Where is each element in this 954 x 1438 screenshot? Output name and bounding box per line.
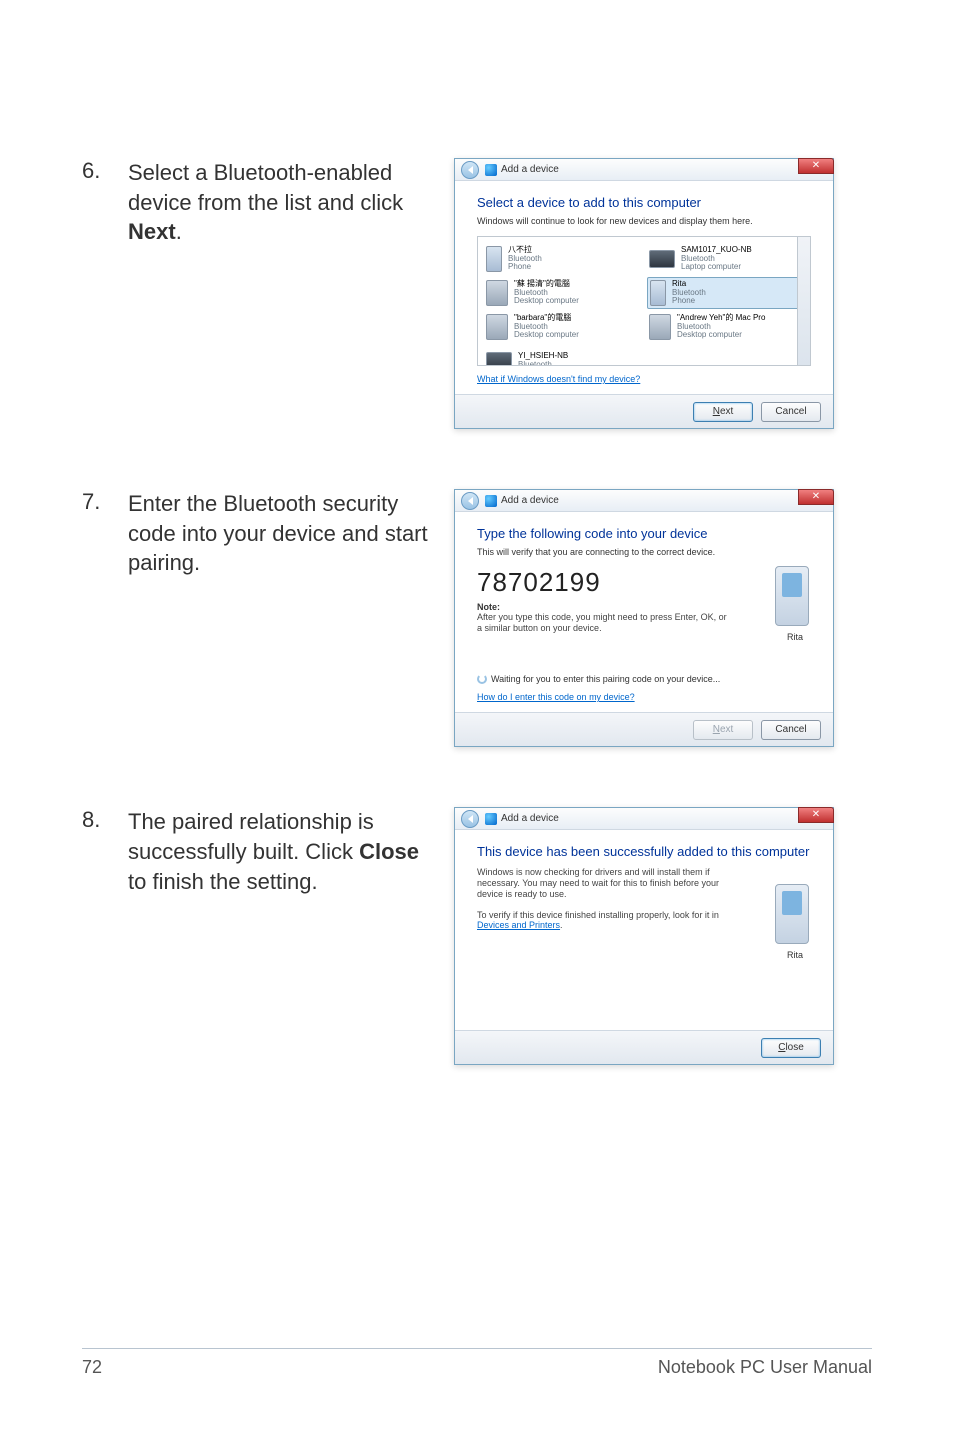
step-number: 8. (82, 807, 128, 1065)
back-button[interactable] (461, 810, 479, 828)
pairing-code: 78702199 (477, 567, 811, 598)
back-button[interactable] (461, 492, 479, 510)
device-caption: Rita (787, 950, 803, 960)
laptop-icon (649, 250, 675, 268)
cancel-button[interactable]: Cancel (761, 402, 821, 422)
device-item[interactable]: "蘇 揚清"的電腦BluetoothDesktop computer (484, 277, 641, 309)
close-button[interactable]: CloseClose (761, 1038, 821, 1058)
device-item[interactable]: 八不拉BluetoothPhone (484, 243, 641, 275)
dialog-title: Add a device (501, 495, 559, 506)
dialog-title: Add a device (501, 164, 559, 175)
note-text: After you type this code, you might need… (477, 612, 727, 634)
device-caption: Rita (787, 632, 803, 642)
dialog-title: Add a device (501, 813, 559, 824)
add-device-dialog-select: ✕ Add a device Select a device to add to… (454, 158, 834, 429)
step-text: Select a Bluetooth-enabled device from t… (128, 158, 454, 429)
desktop-icon (486, 280, 508, 306)
help-link[interactable]: How do I enter this code on my device? (477, 692, 635, 702)
next-button: NextNext (693, 720, 753, 740)
spinner-icon (477, 674, 487, 684)
device-icon (485, 813, 497, 825)
dialog-subtext: This will verify that you are connecting… (477, 547, 811, 557)
close-icon[interactable]: ✕ (798, 158, 834, 174)
dialog-headline: Select a device to add to this computer (477, 195, 811, 210)
device-icon (485, 164, 497, 176)
next-button[interactable]: NNextext (693, 402, 753, 422)
device-item[interactable]: YI_HSIEH-NBBluetooth (484, 345, 641, 366)
add-device-dialog-success: ✕ Add a device This device has been succ… (454, 807, 834, 1065)
back-button[interactable] (461, 161, 479, 179)
device-item[interactable]: "Andrew Yeh"的 Mac ProBluetoothDesktop co… (647, 311, 804, 343)
device-list[interactable]: 八不拉BluetoothPhoneSAM1017_KUO-NBBluetooth… (477, 236, 811, 366)
step-number: 6. (82, 158, 128, 429)
laptop-icon (486, 352, 512, 366)
success-text-2: To verify if this device finished instal… (477, 910, 727, 932)
close-icon[interactable]: ✕ (798, 807, 834, 823)
add-device-dialog-code: ✕ Add a device Type the following code i… (454, 489, 834, 747)
phone-icon (775, 566, 809, 626)
dialog-headline: This device has been successfully added … (477, 844, 811, 859)
dialog-headline: Type the following code into your device (477, 526, 811, 541)
phone-icon (775, 884, 809, 944)
phone-icon (650, 280, 666, 306)
note-label: Note: (477, 602, 811, 612)
success-text-1: Windows is now checking for drivers and … (477, 867, 727, 899)
step-text: The paired relationship is successfully … (128, 807, 454, 1065)
device-item[interactable]: "barbara"的電腦BluetoothDesktop computer (484, 311, 641, 343)
waiting-status: Waiting for you to enter this pairing co… (477, 674, 811, 685)
step-number: 7. (82, 489, 128, 747)
step-text: Enter the Bluetooth security code into y… (128, 489, 454, 747)
page-number: 72 (82, 1357, 102, 1378)
dialog-subtext: Windows will continue to look for new de… (477, 216, 811, 226)
close-icon[interactable]: ✕ (798, 489, 834, 505)
devices-printers-link[interactable]: Devices and Printers (477, 920, 560, 931)
device-icon (485, 495, 497, 507)
device-item[interactable]: RitaBluetoothPhone (647, 277, 804, 309)
cancel-button[interactable]: Cancel (761, 720, 821, 740)
help-link[interactable]: What if Windows doesn't find my device? (477, 374, 640, 384)
desktop-icon (649, 314, 671, 340)
manual-title: Notebook PC User Manual (658, 1357, 872, 1378)
desktop-icon (486, 314, 508, 340)
phone-icon (486, 246, 502, 272)
device-item[interactable]: SAM1017_KUO-NBBluetoothLaptop computer (647, 243, 804, 275)
